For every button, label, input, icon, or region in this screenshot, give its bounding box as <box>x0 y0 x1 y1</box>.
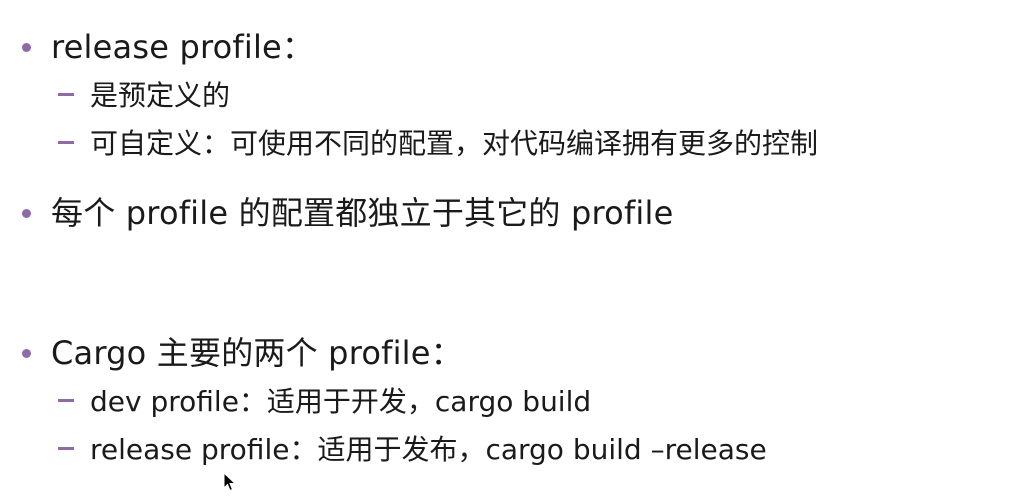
sub-item-text: 是预定义的 <box>90 79 231 112</box>
sub-item-text: dev profile：适用于开发，cargo build <box>90 385 592 418</box>
dash-icon <box>58 399 74 402</box>
dash-icon <box>58 447 74 450</box>
bullet-item: Cargo 主要的两个 profile： <box>22 328 463 374</box>
sub-item-text: release profile：适用于发布，cargo build –relea… <box>90 433 767 466</box>
bullet-dot-icon <box>22 43 31 52</box>
sub-item-text: 可自定义：可使用不同的配置，对代码编译拥有更多的控制 <box>90 127 819 160</box>
bullet-text: release profile： <box>51 28 315 66</box>
bullet-dot-icon <box>22 349 31 358</box>
slide: release profile： 是预定义的 可自定义：可使用不同的配置，对代码… <box>0 0 1016 498</box>
bullet-text: 每个 profile 的配置都独立于其它的 profile <box>51 194 674 232</box>
bullet-item: release profile： <box>22 22 314 68</box>
sub-item: release profile：适用于发布，cargo build –relea… <box>58 428 767 468</box>
mouse-pointer-icon <box>223 472 237 492</box>
sub-item: dev profile：适用于开发，cargo build <box>58 380 591 420</box>
dash-icon <box>58 93 74 96</box>
sub-item: 是预定义的 <box>58 74 230 114</box>
bullet-text: Cargo 主要的两个 profile： <box>51 334 463 372</box>
bullet-item: 每个 profile 的配置都独立于其它的 profile <box>22 188 673 234</box>
dash-icon <box>58 141 74 144</box>
bullet-dot-icon <box>22 209 31 218</box>
sub-item: 可自定义：可使用不同的配置，对代码编译拥有更多的控制 <box>58 122 818 162</box>
